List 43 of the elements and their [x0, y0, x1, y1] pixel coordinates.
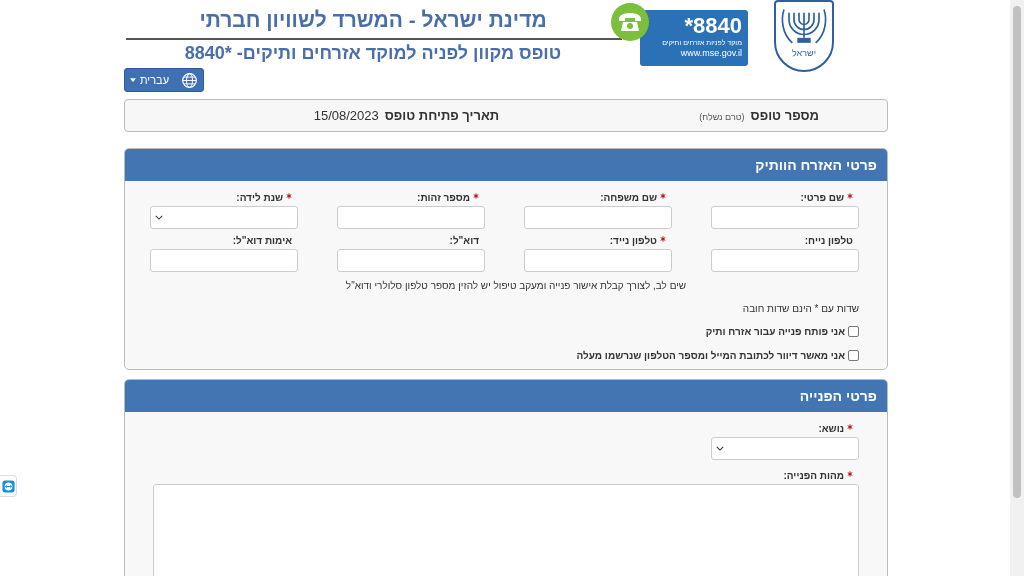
text-area[interactable] [153, 484, 859, 576]
checkbox[interactable] [848, 325, 859, 337]
open-date-label: תאריך פתיחת טופס [384, 108, 500, 123]
globe-icon [181, 71, 199, 89]
field-label: מספר זהות: [417, 191, 470, 203]
chevron-icon [155, 215, 163, 220]
checkbox[interactable] [848, 349, 859, 361]
field-label: שם משפחה: [600, 191, 657, 203]
field-label: שם פרטי: [800, 191, 844, 203]
field-label: שנת לידה: [236, 191, 283, 203]
select-field[interactable] [711, 437, 859, 460]
required-note: שדות עם * הינם שדות חובה [741, 303, 859, 314]
field-label: אימות דוא"ל: [232, 234, 292, 246]
emblem-caption: ישראל [792, 48, 816, 58]
field-label: מהות הפנייה: [783, 469, 844, 481]
input-field[interactable] [337, 206, 485, 229]
site-title: מדינת ישראל - המשרד לשוויון חברתי [199, 8, 547, 33]
panel-title: פרטי הפנייה [799, 388, 877, 404]
caret-icon [129, 78, 136, 82]
input-field[interactable] [711, 206, 859, 229]
input-field[interactable] [524, 249, 672, 272]
language-button[interactable]: עברית [124, 68, 204, 92]
checkbox-label: אני פותח פנייה עבור אזרח ותיק [705, 325, 845, 337]
chevron-icon [716, 446, 724, 451]
scrollbar[interactable] [1010, 0, 1024, 576]
input-field[interactable] [524, 206, 672, 229]
field-label: דוא"ל: [449, 234, 479, 246]
input-field[interactable] [150, 249, 298, 272]
field-label: טלפון נייח: [804, 234, 853, 246]
form-number-label: מספר טופס [750, 108, 819, 123]
checkbox-label: אני מאשר דיוור לכתובת המייל ומספר הטלפון שנרשמו מעלה [576, 349, 845, 361]
input-field[interactable] [711, 249, 859, 272]
field-label: טלפון נייד: [609, 234, 657, 246]
notice-text: שים לב, לצורך קבלת אישור פנייה ומעקב טיפול יש להזין מספר טלפון סלולרי ודוא"ל [344, 280, 688, 291]
input-field[interactable] [337, 249, 485, 272]
open-date-value: 15/08/2023 [313, 108, 379, 123]
form-number-note: (טרם נשלח) [699, 112, 745, 122]
remote-support-icon[interactable] [0, 475, 17, 497]
field-label: נושא: [818, 422, 844, 434]
select-field[interactable] [150, 206, 298, 229]
scrollbar-thumb[interactable] [1013, 6, 1021, 498]
form-subtitle: טופס מקוון לפניה למוקד אזרחים ותיקים- *8840 [184, 43, 562, 64]
panel-title: פרטי האזרח הוותיק [755, 157, 877, 173]
